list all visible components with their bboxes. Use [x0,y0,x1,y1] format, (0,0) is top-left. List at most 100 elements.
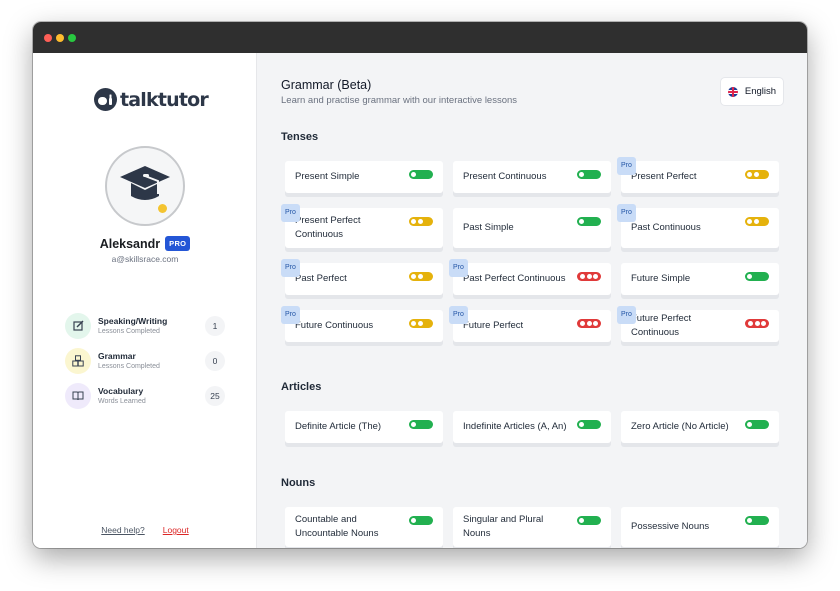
pro-tag: Pro [281,259,300,277]
stat-title: Speaking/Writing [98,316,168,326]
difficulty-dot [579,219,584,224]
lesson-label: Countable and Uncountable Nouns [295,514,379,539]
difficulty-dot [411,518,416,523]
lesson-label: Present Perfect Continuous [295,215,361,240]
stat-count: 0 [205,350,225,371]
difficulty-hard-indicator [577,319,601,328]
lesson-label: Past Continuous [631,222,701,233]
language-selector[interactable]: English [720,77,784,106]
need-help-link[interactable]: Need help? [101,525,144,535]
difficulty-easy-indicator [409,170,433,179]
minimize-window-button[interactable] [56,34,64,42]
app-logo[interactable]: talktutor [94,88,209,111]
difficulty-dot [747,422,752,427]
difficulty-dot [579,518,584,523]
difficulty-dot [747,172,752,177]
pro-tag: Pro [617,306,636,324]
difficulty-hard-indicator [745,319,769,328]
difficulty-easy-indicator [577,516,601,525]
title-bar [33,22,807,53]
lesson-label: Past Perfect Continuous [463,273,566,284]
logo-text: talktutor [120,88,209,111]
stat-speaking-writing[interactable]: Speaking/Writing Lessons Completed 1 [65,308,225,343]
difficulty-dot [747,219,752,224]
difficulty-dot [593,321,598,326]
difficulty-dot [580,274,585,279]
lesson-card[interactable]: Pro Present Perfect Continuous [281,204,443,248]
lesson-label: Future Continuous [295,320,374,331]
lesson-label: Indefinite Articles (A, An) [463,421,567,432]
app-window: talktutor Aleksandr PRO a@skillsrace.com [33,22,807,548]
lesson-card[interactable]: Future Simple [621,263,779,295]
lesson-card[interactable]: Possessive Nouns [621,507,779,547]
difficulty-dot [753,219,759,224]
user-name: Aleksandr [99,236,161,251]
page-title: Grammar (Beta) [281,78,372,92]
uk-flag-icon [727,86,738,97]
difficulty-dot [411,219,416,224]
difficulty-easy-indicator [409,420,433,429]
difficulty-dot [579,422,584,427]
section-title-articles: Articles [281,381,322,393]
pro-tag: Pro [617,204,636,222]
difficulty-dot [417,219,423,224]
difficulty-easy-indicator [577,170,601,179]
lesson-card[interactable]: Pro Future Continuous [281,306,443,342]
maximize-window-button[interactable] [68,34,76,42]
lesson-card[interactable]: Pro Future Perfect [449,306,611,342]
difficulty-dot [586,321,592,326]
avatar [105,146,185,226]
lesson-card[interactable]: Pro Future Perfect Continuous [617,306,779,342]
lesson-label: Present Perfect [631,171,697,182]
stat-count: 25 [205,385,225,406]
stat-subtitle: Lessons Completed [98,363,160,370]
stats-list: Speaking/Writing Lessons Completed 1 Gra… [65,308,225,413]
lesson-card[interactable]: Singular and Plural Nouns [453,507,611,547]
section-title-nouns: Nouns [281,477,316,489]
lesson-card[interactable]: Zero Article (No Article) [621,411,779,443]
difficulty-dot [747,518,752,523]
lesson-label: Future Perfect [463,320,524,331]
lesson-card[interactable]: Pro Present Perfect [617,157,779,193]
stat-subtitle: Words Learned [98,398,146,405]
lesson-label: Present Continuous [463,171,547,182]
difficulty-hard-indicator [577,272,601,281]
edit-icon [65,312,91,339]
lesson-label: Definite Article (The) [295,421,382,432]
lesson-card[interactable]: Indefinite Articles (A, An) [453,411,611,443]
difficulty-dot [748,321,753,326]
stat-vocabulary[interactable]: Vocabulary Words Learned 25 [65,378,225,413]
graduation-cap-icon [120,166,170,200]
lesson-card[interactable]: Countable and Uncountable Nouns [285,507,443,547]
page-subtitle: Learn and practise grammar with our inte… [281,95,518,106]
difficulty-medium-indicator [745,170,769,179]
lesson-card[interactable]: Past Simple [453,208,611,248]
lesson-card[interactable]: Definite Article (The) [285,411,443,443]
difficulty-dot [411,172,416,177]
lesson-card[interactable]: Pro Past Perfect Continuous [449,259,611,295]
stat-subtitle: Lessons Completed [98,328,160,335]
difficulty-medium-indicator [745,217,769,226]
difficulty-dot [761,321,766,326]
difficulty-dot [580,321,585,326]
lesson-card[interactable]: Pro Past Perfect [281,259,443,295]
main-content: Grammar (Beta) Learn and practise gramma… [257,53,807,548]
lesson-card[interactable]: Present Continuous [453,161,611,193]
pro-badge: PRO [165,236,191,251]
close-window-button[interactable] [44,34,52,42]
user-name-row: Aleksandr PRO [33,236,257,251]
lesson-label: Singular and Plural Nouns [463,514,544,539]
lesson-card[interactable]: Pro Past Continuous [617,204,779,248]
blocks-icon [65,347,91,374]
lesson-grid-tenses: Present Simple Present Continuous Pro Prese… [281,157,779,342]
sidebar: talktutor Aleksandr PRO a@skillsrace.com [33,53,257,548]
difficulty-easy-indicator [745,420,769,429]
lesson-label: Future Perfect Continuous [631,313,692,338]
lesson-card[interactable]: Present Simple [285,161,443,193]
difficulty-dot [579,172,584,177]
stat-grammar[interactable]: Grammar Lessons Completed 0 [65,343,225,378]
lesson-label: Past Perfect [295,273,347,284]
logout-link[interactable]: Logout [163,525,189,535]
difficulty-dot [417,321,423,326]
lesson-grid-articles: Definite Article (The) Indefinite Article… [285,411,779,443]
